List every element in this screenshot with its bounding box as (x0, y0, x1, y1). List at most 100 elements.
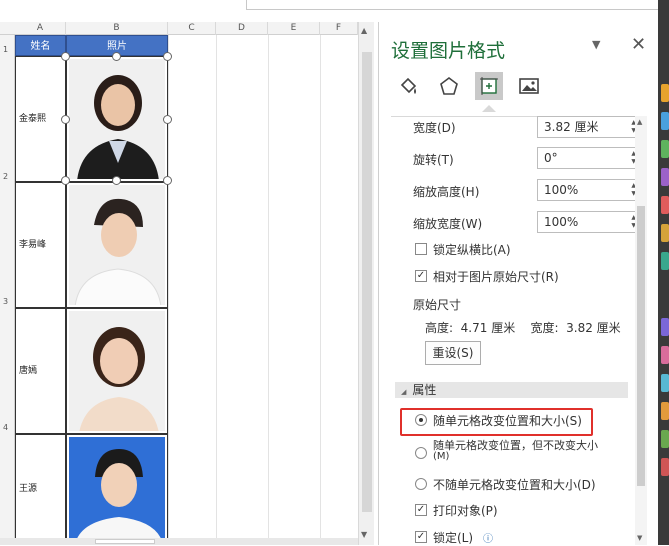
scroll-up-icon[interactable]: ▲ (637, 118, 642, 126)
photo-cell[interactable] (66, 308, 168, 434)
relative-original-size-checkbox[interactable]: ✓ (415, 270, 427, 282)
properties-section-header[interactable]: ◢ 属性 (395, 382, 628, 398)
dont-move-or-size-radio[interactable] (415, 478, 427, 490)
resize-handle[interactable] (61, 176, 70, 185)
scroll-thumb[interactable] (637, 206, 645, 486)
scroll-up-icon[interactable]: ▲ (361, 26, 367, 35)
column-header-e[interactable]: E (268, 22, 320, 35)
picture-icon[interactable] (515, 72, 543, 100)
info-icon[interactable]: ⓘ (483, 530, 493, 545)
row-header-3[interactable]: 3 (0, 297, 15, 306)
properties-label: 属性 (412, 383, 437, 397)
resize-handle[interactable] (61, 115, 70, 124)
collapse-triangle-icon: ◢ (401, 388, 407, 396)
locked-checkbox[interactable]: ✓ (415, 531, 427, 543)
resize-handle[interactable] (163, 115, 172, 124)
scale-height-input[interactable]: 100% ▲ ▼ (537, 179, 639, 201)
scale-width-label: 缩放宽度(W) (413, 217, 483, 231)
photo-cell[interactable] (66, 434, 168, 545)
highlight-box (400, 408, 593, 436)
name-cell[interactable]: 王源 (15, 434, 66, 545)
scroll-thumb[interactable] (362, 52, 372, 512)
scale-width-input[interactable]: 100% ▲ ▼ (537, 211, 639, 233)
print-object-label: 打印对象(P) (433, 504, 498, 518)
row-header-1[interactable]: 1 (0, 45, 15, 54)
resize-handle[interactable] (112, 176, 121, 185)
side-tab[interactable] (661, 84, 669, 102)
spreadsheet: A B C D E F 1 2 3 4 姓名 照片 金泰熙 李易峰 唐嫣 王源 … (0, 0, 666, 545)
side-tab[interactable] (661, 224, 669, 242)
portrait-photo[interactable] (69, 311, 165, 431)
cell-grid[interactable]: 姓名 照片 金泰熙 李易峰 唐嫣 王源 (15, 35, 356, 545)
original-size-heading: 原始尺寸 (413, 298, 462, 312)
pane-title: 设置图片格式 (391, 40, 506, 62)
lock-aspect-ratio-checkbox[interactable] (415, 243, 427, 255)
side-tab[interactable] (661, 112, 669, 130)
resize-handle[interactable] (112, 52, 121, 61)
size-properties-panel: 宽度(D) 3.82 厘米 ▲ ▼ 旋转(T) 0° ▲ ▼ 缩放高度(H) 100… (391, 116, 639, 545)
sheet-vertical-scrollbar[interactable]: ▲ ▼ (358, 22, 374, 545)
scroll-thumb[interactable] (95, 539, 155, 544)
row-header-2[interactable]: 2 (0, 172, 15, 181)
side-tab[interactable] (661, 402, 669, 420)
rotation-value: 0° (544, 151, 558, 165)
column-header-a[interactable]: A (15, 22, 66, 35)
width-label: 宽度(D) (413, 121, 456, 135)
name-cell[interactable]: 李易峰 (15, 182, 66, 308)
side-tab[interactable] (661, 196, 669, 214)
close-icon[interactable]: ✕ (631, 34, 646, 55)
row-header-4[interactable]: 4 (0, 423, 15, 432)
resize-handle[interactable] (61, 52, 70, 61)
relative-original-size-label: 相对于图片原始尺寸(R) (433, 270, 559, 284)
chevron-down-icon[interactable]: ▼ (592, 38, 600, 51)
effects-icon[interactable] (435, 72, 463, 100)
scale-height-value: 100% (544, 183, 579, 197)
portrait-photo[interactable] (69, 185, 165, 305)
move-not-size-with-cells-radio[interactable] (415, 447, 427, 459)
scroll-down-icon[interactable]: ▼ (361, 530, 367, 539)
side-tab[interactable] (661, 318, 669, 336)
print-object-checkbox[interactable]: ✓ (415, 504, 427, 516)
size-properties-icon[interactable] (475, 72, 503, 100)
move-not-size-with-cells-label: 随单元格改变位置，但不改变大小 (433, 439, 598, 452)
side-tab[interactable] (661, 252, 669, 270)
side-tab[interactable] (661, 458, 669, 476)
format-picture-pane: 设置图片格式 ▼ ✕ 宽度(D) 3.82 厘米 ▲ ▼ 旋转(T) 0° ▲ ▼ … (378, 22, 658, 545)
fill-line-icon[interactable] (395, 72, 423, 100)
width-input[interactable]: 3.82 厘米 ▲ ▼ (537, 116, 639, 138)
portrait-photo[interactable] (69, 59, 165, 179)
resize-handle[interactable] (163, 52, 172, 61)
side-tab[interactable] (661, 374, 669, 392)
column-header-d[interactable]: D (216, 22, 268, 35)
photo-cell[interactable] (66, 182, 168, 308)
tab-indicator (482, 105, 496, 112)
side-tab[interactable] (661, 430, 669, 448)
side-tab[interactable] (661, 168, 669, 186)
dont-move-or-size-label: 不随单元格改变位置和大小(D) (433, 478, 596, 492)
reset-button[interactable]: 重设(S) (425, 341, 481, 365)
formula-bar[interactable] (246, 0, 666, 10)
name-cell[interactable]: 唐嫣 (15, 308, 66, 434)
photo-cell[interactable] (66, 56, 168, 182)
scale-height-label: 缩放高度(H) (413, 185, 480, 199)
scroll-down-icon[interactable]: ▼ (637, 534, 642, 542)
resize-handle[interactable] (163, 176, 172, 185)
portrait-photo[interactable] (69, 437, 165, 542)
original-size-values: 高度: 4.71 厘米 宽度: 3.82 厘米 (425, 321, 621, 335)
locked-label: 锁定(L) (433, 531, 474, 545)
name-cell[interactable]: 金泰熙 (15, 56, 66, 182)
row-headers: 1 2 3 4 (0, 35, 15, 545)
column-header-b[interactable]: B (66, 22, 168, 35)
header-cell-name[interactable]: 姓名 (15, 35, 66, 56)
sheet-horizontal-scrollbar[interactable] (0, 538, 358, 545)
width-value: 3.82 厘米 (544, 120, 599, 134)
rotation-input[interactable]: 0° ▲ ▼ (537, 147, 639, 169)
lock-aspect-ratio-label: 锁定纵横比(A) (433, 243, 511, 257)
column-headers: A B C D E F (0, 22, 358, 35)
pane-vertical-scrollbar[interactable]: ▲ ▼ (635, 116, 647, 545)
column-header-f[interactable]: F (320, 22, 358, 35)
side-tab[interactable] (661, 346, 669, 364)
side-tab[interactable] (661, 140, 669, 158)
move-not-size-with-cells-label-cont: (M) (433, 451, 450, 462)
column-header-c[interactable]: C (168, 22, 216, 35)
